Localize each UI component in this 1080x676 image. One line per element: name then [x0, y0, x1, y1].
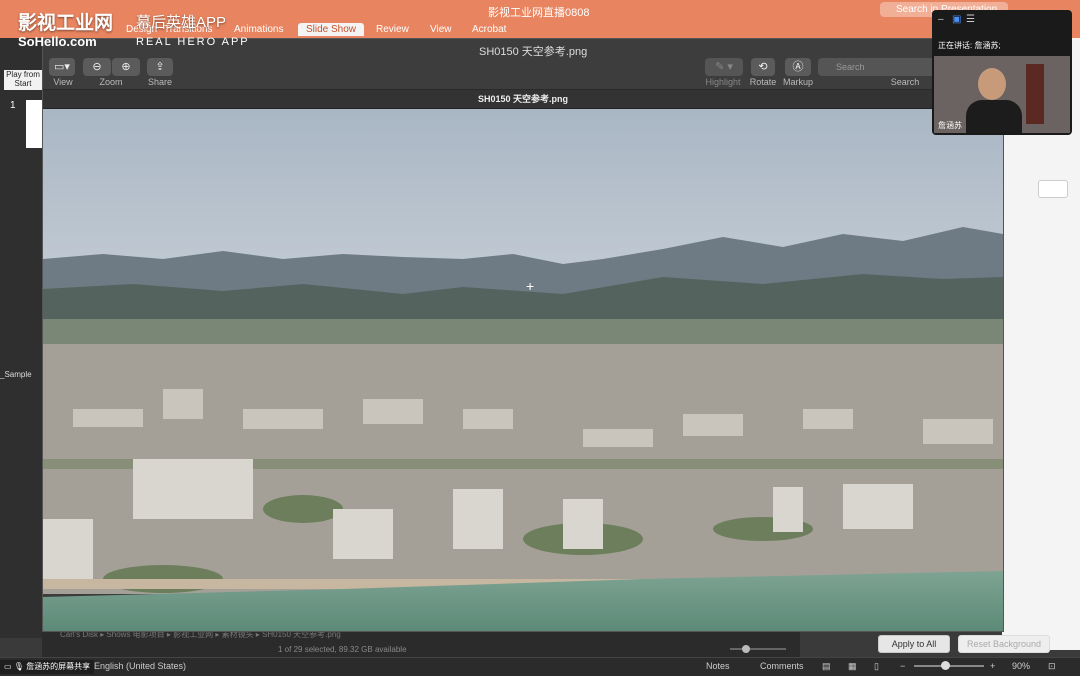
- tab-animations[interactable]: Animations: [226, 23, 291, 36]
- window-mode-icon[interactable]: ▣: [952, 14, 961, 25]
- slide-thumbnail[interactable]: [26, 100, 42, 148]
- share-icon: ⇪: [155, 61, 165, 73]
- format-background-pane: [1002, 150, 1080, 650]
- comments-button[interactable]: Comments: [760, 661, 804, 671]
- tab-view[interactable]: View: [422, 23, 460, 36]
- minimize-icon[interactable]: –: [938, 14, 944, 25]
- tab-acrobat[interactable]: Acrobat: [464, 23, 514, 36]
- slide-sorter-icon[interactable]: ▦: [848, 661, 857, 672]
- normal-view-icon[interactable]: ▤: [822, 661, 831, 672]
- highlight-label: Highlight: [705, 77, 741, 87]
- person-body: [966, 100, 1022, 133]
- tab-review[interactable]: Review: [368, 23, 417, 36]
- video-call-panel: – ▣ ☰ 正在讲话: 詹涵苏; 詹涵苏: [932, 10, 1072, 135]
- markup-icon: Ⓐ: [792, 61, 804, 73]
- view-button[interactable]: ▭▾: [49, 58, 75, 76]
- image-title-bar: SH0150 天空参考.png: [43, 90, 1003, 109]
- markup-button[interactable]: Ⓐ: [785, 58, 811, 76]
- zoom-out-icon: ⊖: [92, 61, 102, 73]
- sample-label: _Sample: [0, 370, 32, 379]
- highlight-button[interactable]: ✎ ▾: [705, 58, 743, 76]
- preview-search-input[interactable]: Search: [818, 58, 936, 76]
- finder-icon-size-slider[interactable]: [730, 648, 786, 650]
- aerial-photo: [43, 109, 1003, 631]
- person-head: [978, 68, 1006, 100]
- play-from-start-button[interactable]: Play from Start: [4, 70, 42, 90]
- share-label: Share: [147, 77, 173, 87]
- rotate-button[interactable]: ⟲: [751, 58, 775, 76]
- watermark-brand: 影视工业网: [18, 13, 114, 34]
- reading-view-icon[interactable]: ▯: [874, 661, 879, 672]
- rotate-icon: ⟲: [758, 61, 768, 73]
- search-label: Search: [890, 77, 920, 87]
- zoom-level: 90%: [1012, 661, 1031, 671]
- preview-window: SH0150 天空参考.png ▭▾ View ⊖ ⊕ Zoom ⇪ Share…: [42, 38, 1004, 632]
- participant-name: 詹涵苏: [938, 121, 962, 130]
- sidebar-icon: ▭▾: [54, 61, 70, 73]
- markup-label: Markup: [782, 77, 813, 87]
- view-label: View: [53, 77, 73, 87]
- video-call-toolbar: – ▣ ☰: [932, 10, 1072, 30]
- speaking-indicator: 正在讲话: 詹涵苏;: [938, 41, 1001, 50]
- door: [1026, 64, 1044, 124]
- zoom-slider-knob[interactable]: [941, 661, 950, 670]
- zoom-out-icon[interactable]: −: [900, 661, 905, 671]
- apply-to-all-button[interactable]: Apply to All: [878, 635, 950, 653]
- watermark-sub: 幕后英雄APP: [136, 14, 227, 31]
- crosshair-cursor-icon: +: [526, 278, 535, 294]
- fit-slide-icon[interactable]: ⊡: [1048, 661, 1056, 672]
- screen-share-label: ▭ 🎙 詹涵苏的屏幕共享: [0, 660, 95, 674]
- watermark-url: SoHello.com: [18, 34, 97, 49]
- reset-background-button[interactable]: Reset Background: [958, 635, 1050, 653]
- webcam-feed: 詹涵苏: [934, 56, 1070, 133]
- zoom-out-button[interactable]: ⊖: [83, 58, 111, 76]
- microphone-icon: 🎙: [13, 662, 24, 671]
- finder-status: 1 of 29 selected, 89.32 GB available: [278, 645, 407, 654]
- preview-filename: SH0150 天空参考.png: [479, 46, 588, 58]
- list-icon[interactable]: ☰: [966, 14, 975, 25]
- screen-share-text: 詹涵苏的屏幕共享: [26, 662, 91, 671]
- rotate-label: Rotate: [749, 77, 777, 87]
- zoom-in-icon[interactable]: +: [990, 661, 995, 671]
- notes-button[interactable]: Notes: [706, 661, 730, 671]
- zoom-in-button[interactable]: ⊕: [112, 58, 140, 76]
- pen-icon: ✎ ▾: [715, 61, 733, 73]
- slide-number: 1: [10, 100, 16, 111]
- aerial-town-image: [43, 109, 1003, 631]
- finder-slider-knob[interactable]: [742, 645, 750, 653]
- window-title: 影视工业网直播0808: [488, 7, 590, 19]
- language-status[interactable]: English (United States): [94, 661, 186, 671]
- zoom-label: Zoom: [99, 77, 123, 87]
- zoom-in-icon: ⊕: [121, 61, 131, 73]
- picture-dropdown[interactable]: [1038, 180, 1068, 198]
- watermark-en: REAL HERO APP: [136, 36, 250, 48]
- share-button[interactable]: ⇪: [147, 58, 173, 76]
- share-screen-icon: ▭: [4, 662, 12, 671]
- tab-slide-show[interactable]: Slide Show: [298, 23, 365, 36]
